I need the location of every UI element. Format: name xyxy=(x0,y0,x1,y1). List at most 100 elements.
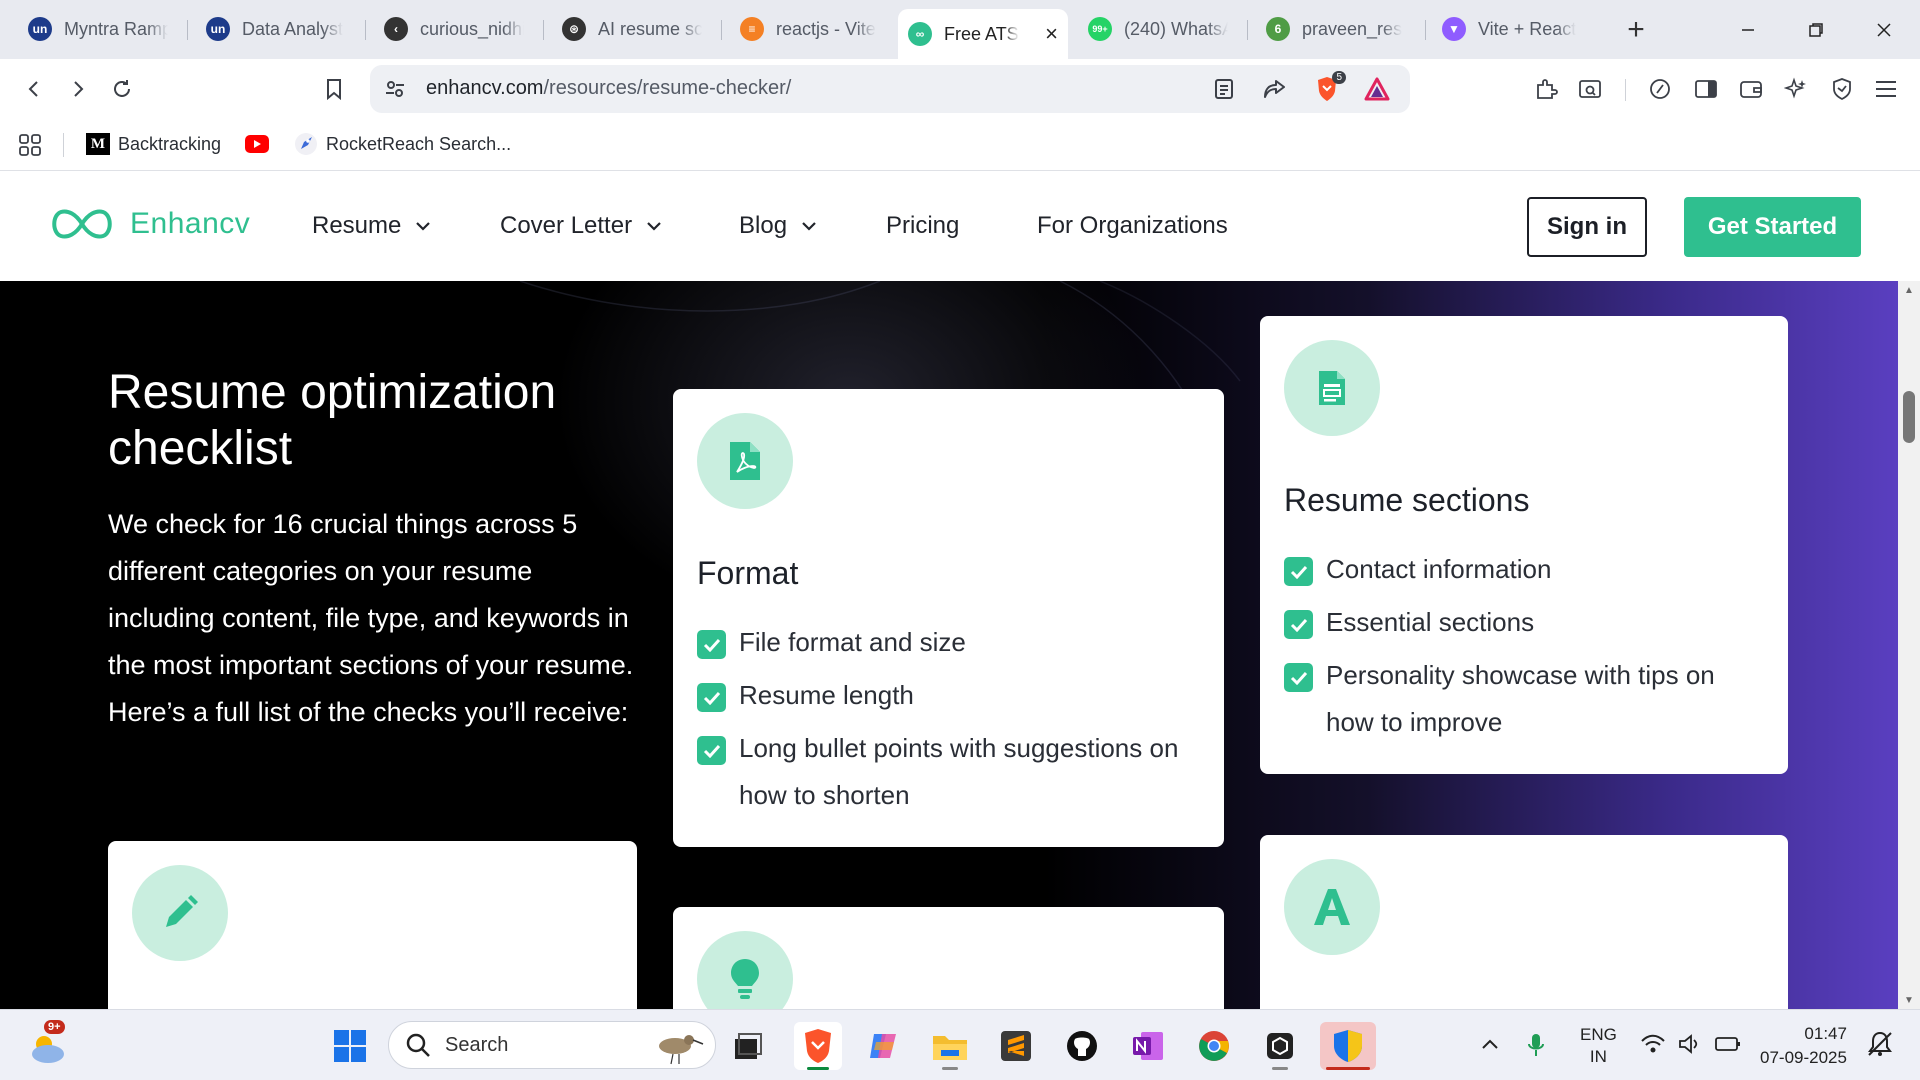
reload-icon xyxy=(114,80,130,97)
bookmark-rocketreach[interactable]: RocketReach Search... xyxy=(294,131,511,157)
logo-text: Enhancv xyxy=(130,207,251,240)
toolbar-divider xyxy=(1625,79,1626,101)
address-bar[interactable]: enhancv.com/resources/resume-checker/ 5 xyxy=(370,65,1410,113)
app-taskbar-item[interactable] xyxy=(1256,1022,1304,1070)
browser-tab[interactable]: 99+ (240) WhatsA xyxy=(1078,9,1238,49)
search-icon xyxy=(406,1033,430,1057)
page-scrollbar[interactable]: ▲ ▼ xyxy=(1898,281,1920,1009)
reader-mode-icon[interactable] xyxy=(1213,78,1235,105)
onenote-taskbar-app[interactable] xyxy=(1124,1022,1172,1070)
tab-title: (240) WhatsA xyxy=(1124,18,1228,39)
clock[interactable]: 01:47 07-09-2025 xyxy=(1760,1022,1847,1070)
browser-tab[interactable]: ∞ Free ATS × xyxy=(898,9,1068,59)
scroll-up-arrow-icon[interactable]: ▲ xyxy=(1902,283,1916,297)
browser-tab[interactable]: 6 praveen_res xyxy=(1256,9,1416,49)
url-text[interactable]: enhancv.com/resources/resume-checker/ xyxy=(426,77,791,100)
wallet-button[interactable] xyxy=(1735,73,1767,105)
task-view-button[interactable] xyxy=(724,1022,772,1070)
sidebar-toggle-button[interactable] xyxy=(1690,73,1722,105)
scroll-down-arrow-icon[interactable]: ▼ xyxy=(1902,993,1916,1007)
security-taskbar-app[interactable] xyxy=(1320,1022,1376,1070)
card-icon-circle xyxy=(697,931,793,1009)
nav-label: Cover Letter xyxy=(500,212,633,239)
sign-in-button[interactable]: Sign in xyxy=(1527,197,1647,257)
close-tab-icon[interactable]: × xyxy=(1035,21,1058,47)
reload-button[interactable] xyxy=(106,73,138,105)
vpn-button[interactable] xyxy=(1826,73,1858,105)
file-explorer-taskbar-app[interactable] xyxy=(926,1022,974,1070)
back-button[interactable] xyxy=(18,73,50,105)
chrome-taskbar-app[interactable] xyxy=(1190,1022,1238,1070)
copilot-taskbar-app[interactable] xyxy=(860,1022,908,1070)
region-code: IN xyxy=(1589,1047,1607,1066)
browser-tab[interactable]: ▼ Vite + React xyxy=(1432,9,1592,49)
apps-button[interactable] xyxy=(18,133,42,162)
get-started-button[interactable]: Get Started xyxy=(1684,197,1861,257)
leetcode-icon: ‹ xyxy=(384,17,408,41)
sublime-text-taskbar-app[interactable] xyxy=(992,1022,1040,1070)
bookmark-button[interactable] xyxy=(318,73,350,105)
plus-icon: + xyxy=(1627,13,1645,46)
close-window-button[interactable] xyxy=(1854,10,1914,50)
chevron-up-icon xyxy=(1482,1039,1498,1049)
brave-rewards-button[interactable] xyxy=(1364,77,1390,106)
share-icon[interactable] xyxy=(1262,77,1288,106)
extensions-button[interactable] xyxy=(1530,73,1562,105)
section-title: Resume optimization checklist xyxy=(108,366,557,475)
sublime-text-icon xyxy=(1001,1031,1031,1061)
bookmark-youtube[interactable] xyxy=(245,131,277,157)
running-indicator xyxy=(1272,1067,1288,1070)
folder-icon xyxy=(933,1036,967,1060)
github-desktop-taskbar-app[interactable] xyxy=(1058,1022,1106,1070)
checklist-section: Resume optimization checklist We check f… xyxy=(0,281,1898,1009)
quick-settings-button[interactable] xyxy=(1640,1034,1742,1054)
browser-tab[interactable]: ⊛ AI resume sc xyxy=(552,9,712,49)
bird-illustration-icon xyxy=(659,1035,704,1065)
scrollbar-thumb[interactable] xyxy=(1903,391,1915,443)
bookmark-backtracking[interactable]: M Backtracking xyxy=(86,131,221,157)
restore-button[interactable] xyxy=(1786,10,1846,50)
card-title: Resume sections xyxy=(1284,482,1530,518)
new-tab-button[interactable]: + xyxy=(1618,12,1654,48)
nav-blog[interactable]: Blog xyxy=(739,212,817,240)
brave-shields-button[interactable]: 5 xyxy=(1314,71,1346,108)
enhancv-logo[interactable]: Enhancv xyxy=(48,206,250,242)
microphone-icon[interactable] xyxy=(1526,1032,1546,1063)
browser-tab[interactable]: ‹ curious_nidhi xyxy=(374,9,534,49)
windows-security-shield-icon xyxy=(1334,1030,1362,1062)
leo-ai-button[interactable] xyxy=(1780,73,1812,105)
weather-widget[interactable]: 9+ xyxy=(24,1020,72,1070)
language-indicator[interactable]: ENG IN xyxy=(1580,1024,1617,1068)
forward-button[interactable] xyxy=(62,73,94,105)
chevron-down-icon xyxy=(801,221,817,231)
close-icon xyxy=(1877,23,1891,37)
taskbar-search[interactable]: Search xyxy=(388,1021,716,1069)
nav-resume[interactable]: Resume xyxy=(312,212,431,240)
apps-grid-icon xyxy=(19,134,41,156)
copilot-icon xyxy=(870,1034,896,1058)
minimize-button[interactable] xyxy=(1718,10,1778,50)
overleaf-icon: 6 xyxy=(1266,17,1290,41)
chevron-down-icon xyxy=(415,221,431,231)
site-settings-icon[interactable] xyxy=(384,78,406,105)
checkbox-checked-icon xyxy=(697,630,726,659)
browser-tab[interactable]: ≡ reactjs - Vite xyxy=(730,9,890,49)
start-button[interactable] xyxy=(326,1022,374,1070)
search-placeholder: Search xyxy=(445,1033,509,1056)
notifications-button[interactable] xyxy=(1866,1030,1894,1063)
url-host: enhancv.com xyxy=(426,77,544,99)
speedreader-button[interactable] xyxy=(1644,73,1676,105)
nav-cover-letter[interactable]: Cover Letter xyxy=(500,212,662,240)
nav-for-organizations[interactable]: For Organizations xyxy=(1037,212,1228,240)
sidebar-icon xyxy=(1695,80,1717,98)
browser-tab[interactable]: un Myntra Ramp xyxy=(18,9,178,49)
leo-search-button[interactable] xyxy=(1574,73,1606,105)
main-menu-button[interactable] xyxy=(1870,73,1902,105)
brave-taskbar-app[interactable] xyxy=(794,1022,842,1070)
onenote-icon xyxy=(1133,1032,1163,1060)
task-view-icon xyxy=(735,1033,762,1059)
browser-tab[interactable]: un Data Analyst xyxy=(196,9,356,49)
nav-pricing[interactable]: Pricing xyxy=(886,212,959,240)
show-hidden-icons-button[interactable] xyxy=(1480,1034,1500,1059)
sparkle-icon xyxy=(1784,77,1806,99)
